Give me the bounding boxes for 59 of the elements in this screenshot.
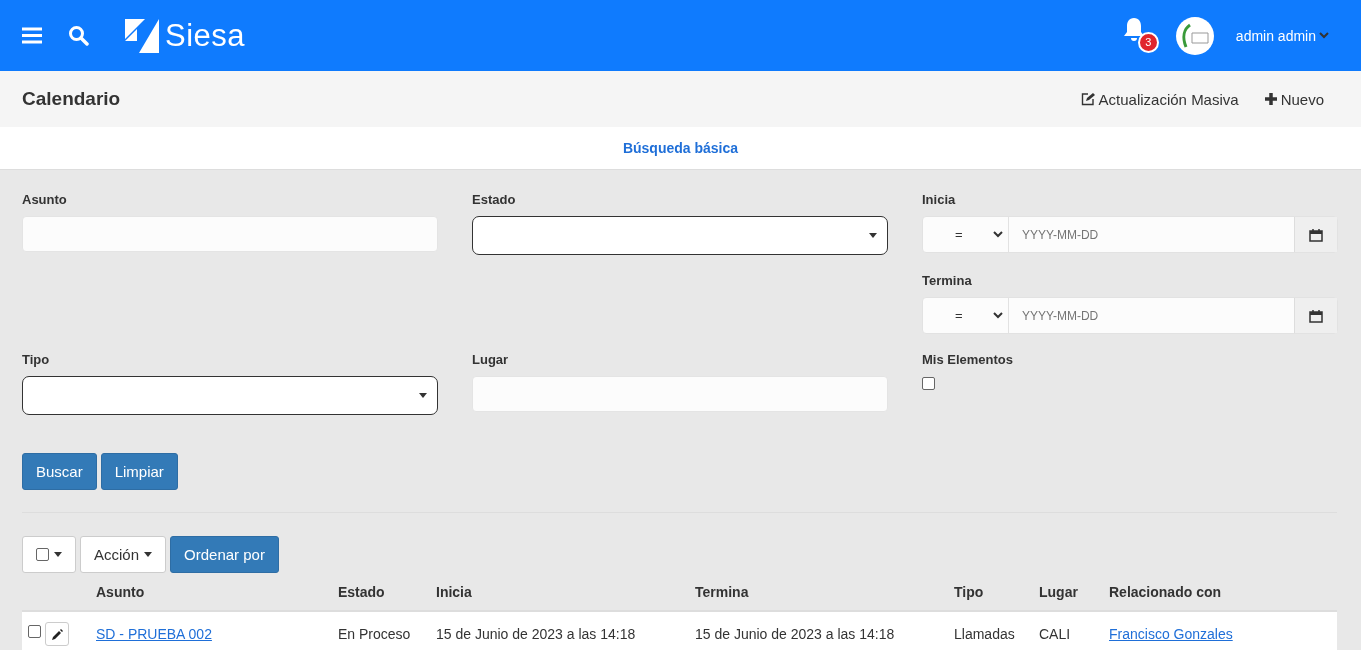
search-button[interactable]: Buscar (22, 453, 97, 490)
brand-name: Siesa (165, 17, 246, 54)
select-field[interactable] (472, 216, 888, 255)
checkbox[interactable] (36, 548, 49, 561)
menu-button[interactable] (22, 27, 42, 44)
page-title: Calendario (22, 88, 122, 110)
action-button[interactable]: Acción (80, 536, 167, 573)
edit-button[interactable] (45, 622, 69, 646)
table-cell: Llamadas (948, 611, 1033, 650)
caret-icon (419, 393, 427, 398)
checkbox[interactable] (28, 624, 41, 638)
select-field[interactable] (22, 376, 438, 415)
field-label: Estado (472, 192, 517, 207)
caret-icon (869, 233, 877, 238)
table-cell: En Proceso (332, 611, 430, 650)
logo-icon (1179, 22, 1210, 49)
chevron-icon (993, 231, 1003, 238)
caret-icon (144, 552, 153, 557)
table-cell: CALI (1033, 611, 1103, 650)
select-all-button[interactable] (22, 536, 76, 573)
table-cell: 15 de Junio de 2023 a las 14:18 (430, 611, 689, 650)
calendar-button[interactable] (1294, 298, 1337, 333)
plus-icon (1264, 93, 1277, 105)
calendar-icon (1309, 308, 1323, 323)
sort-button[interactable]: Ordenar por (170, 536, 279, 573)
field-label: Tipo (22, 352, 51, 367)
edit-icon (1080, 92, 1095, 106)
operator-select[interactable]: = (923, 298, 1009, 333)
date-field[interactable]: = YYYY-MM-DD (922, 216, 1338, 253)
table-cell: 15 de Junio de 2023 a las 14:18 (689, 611, 948, 650)
menu-icon (22, 27, 42, 44)
input-field[interactable] (472, 376, 888, 412)
field-label: Lugar (472, 352, 510, 367)
chevron-icon (993, 312, 1003, 319)
user-menu[interactable]: admin admin (1229, 26, 1335, 45)
logo-icon (125, 18, 159, 53)
search-button[interactable] (68, 25, 89, 46)
field-label: Mis Elementos (922, 352, 1015, 367)
bulk-update-link[interactable]: Actualización Masiva (1080, 90, 1239, 108)
search-tab[interactable]: Búsqueda básica (622, 140, 739, 156)
notifications-button[interactable]: 3 (1121, 15, 1160, 56)
checkbox[interactable] (922, 377, 935, 390)
field-label: Asunto (22, 192, 68, 207)
calendar-button[interactable] (1294, 217, 1337, 252)
search-icon (68, 25, 89, 46)
subject-link[interactable]: SD - PRUEBA 002 (96, 626, 212, 642)
clear-button[interactable]: Limpiar (100, 453, 178, 490)
avatar[interactable] (1175, 16, 1214, 55)
field-label: Termina (922, 273, 973, 288)
operator-select[interactable]: = (923, 217, 1009, 252)
notification-count: 3 (1137, 31, 1159, 53)
date-field[interactable]: = YYYY-MM-DD (922, 297, 1338, 334)
calendar-icon (1309, 227, 1323, 242)
field-label: Inicia (922, 192, 957, 207)
input-field[interactable] (22, 216, 438, 252)
new-link[interactable]: Nuevo (1264, 90, 1324, 108)
caret-icon (54, 552, 62, 557)
pencil-icon (51, 628, 63, 640)
chevron-icon (1319, 32, 1329, 39)
